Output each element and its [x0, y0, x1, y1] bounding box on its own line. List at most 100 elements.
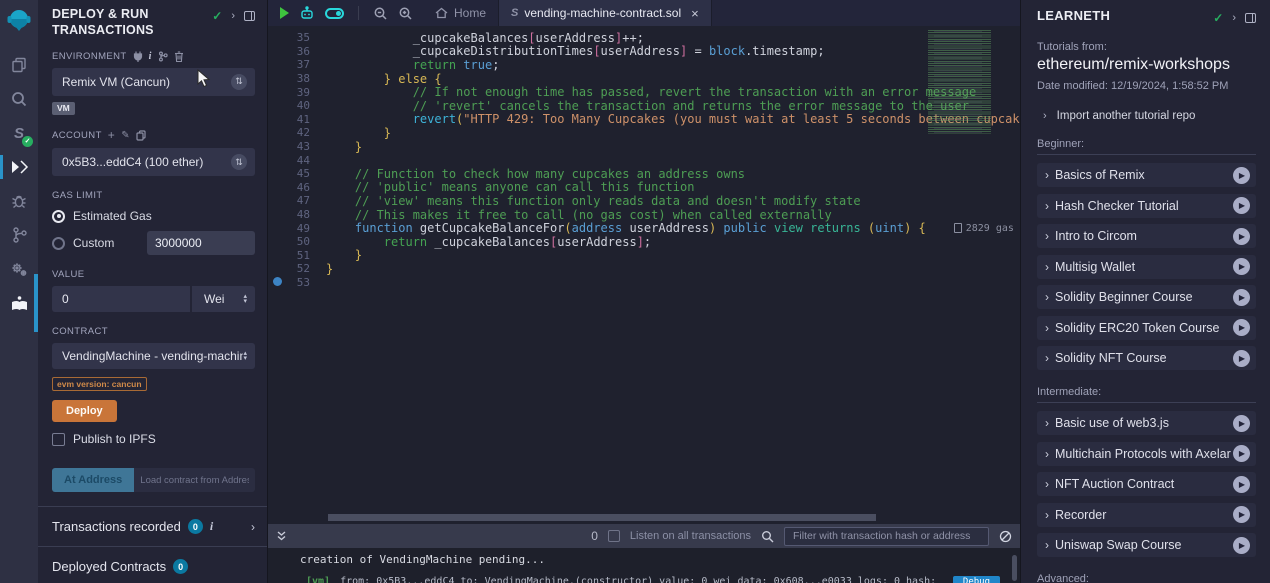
learneth-layout-icon[interactable] — [1245, 13, 1256, 23]
learneth-icon[interactable] — [0, 286, 38, 320]
environment-updown-icon[interactable]: ⇅ — [231, 74, 247, 90]
play-circle-icon[interactable]: ▶ — [1233, 289, 1250, 306]
value-input[interactable] — [52, 286, 190, 312]
transactions-recorded-section[interactable]: Transactions recorded 0 i › — [38, 506, 267, 546]
copilot-toggle[interactable] — [325, 8, 344, 19]
code-line[interactable]: 50 return _cupcakeBalances[userAddress]; — [268, 235, 1020, 249]
at-address-input[interactable] — [134, 468, 255, 492]
publish-ipfs-option[interactable]: Publish to IPFS — [52, 432, 255, 446]
line-number[interactable]: 46 — [268, 181, 326, 194]
line-number[interactable]: 39 — [268, 86, 326, 99]
code-line[interactable]: 52} — [268, 262, 1020, 276]
transactions-info-icon[interactable]: i — [210, 519, 213, 534]
line-number[interactable]: 53 — [268, 276, 326, 289]
line-number[interactable]: 37 — [268, 58, 326, 71]
tutorial-item[interactable]: ›Multichain Protocols with Axelar▶ — [1037, 442, 1256, 466]
search-icon[interactable] — [0, 82, 38, 116]
line-number[interactable]: 36 — [268, 45, 326, 58]
code-line[interactable]: 51 } — [268, 249, 1020, 263]
tutorial-item[interactable]: ›Recorder▶ — [1037, 503, 1256, 527]
deploy-and-run-icon[interactable] — [0, 150, 38, 184]
code-line[interactable]: 44 — [268, 153, 1020, 167]
editor-horizontal-scrollbar[interactable] — [328, 514, 876, 521]
code-line[interactable]: 39 // If not enough time has passed, rev… — [268, 85, 1020, 99]
play-circle-icon[interactable]: ▶ — [1233, 167, 1250, 184]
code-line[interactable]: 40 // 'revert' cancels the transaction a… — [268, 99, 1020, 113]
custom-gas-option[interactable]: Custom — [52, 231, 255, 255]
zoom-in-icon[interactable] — [398, 6, 413, 21]
trash-icon[interactable] — [174, 51, 184, 62]
run-script-icon[interactable] — [280, 7, 289, 19]
play-circle-icon[interactable]: ▶ — [1233, 319, 1250, 336]
line-number[interactable]: 43 — [268, 140, 326, 153]
collapse-terminal-icon[interactable] — [276, 530, 287, 542]
play-circle-icon[interactable]: ▶ — [1233, 537, 1250, 554]
copy-account-icon[interactable] — [136, 130, 146, 141]
tutorial-item[interactable]: ›Intro to Circom▶ — [1037, 224, 1256, 248]
line-number[interactable]: 44 — [268, 154, 326, 167]
code-line[interactable]: 53 — [268, 276, 1020, 290]
clear-terminal-icon[interactable] — [999, 530, 1012, 543]
publish-ipfs-checkbox[interactable] — [52, 433, 65, 446]
line-number[interactable]: 49 — [268, 222, 326, 235]
tutorial-item[interactable]: ›Basic use of web3.js▶ — [1037, 411, 1256, 435]
code-line[interactable]: 46 // 'public' means anyone can call thi… — [268, 181, 1020, 195]
custom-gas-input[interactable] — [147, 231, 255, 255]
contract-select[interactable]: VendingMachine - vending-machin ▴▾ — [52, 343, 255, 369]
value-unit-select[interactable]: Wei ▴▾ — [192, 286, 255, 312]
tutorial-item[interactable]: ›Solidity Beginner Course▶ — [1037, 285, 1256, 309]
line-number[interactable]: 38 — [268, 72, 326, 85]
deploy-button[interactable]: Deploy — [52, 400, 117, 422]
at-address-button[interactable]: At Address — [52, 468, 134, 492]
line-number[interactable]: 40 — [268, 99, 326, 112]
play-circle-icon[interactable]: ▶ — [1233, 415, 1250, 432]
line-number[interactable]: 45 — [268, 167, 326, 180]
code-line[interactable]: 45 // Function to check how many cupcake… — [268, 167, 1020, 181]
line-number[interactable]: 48 — [268, 208, 326, 221]
play-circle-icon[interactable]: ▶ — [1233, 197, 1250, 214]
debug-button[interactable]: Debug — [953, 576, 1000, 583]
learneth-chevron-icon[interactable]: › — [1232, 12, 1236, 24]
play-circle-icon[interactable]: ▶ — [1233, 476, 1250, 493]
plug-icon[interactable] — [133, 51, 143, 62]
terminal-tx-line[interactable]: [vm] from: 0x5B3...eddC4 to: VendingMach… — [306, 576, 1000, 583]
debugger-icon[interactable] — [0, 184, 38, 218]
tab-file-sol[interactable]: S vending-machine-contract.sol × — [498, 0, 712, 26]
line-number[interactable]: 41 — [268, 113, 326, 126]
play-circle-icon[interactable]: ▶ — [1233, 228, 1250, 245]
tutorial-item[interactable]: ›Basics of Remix▶ — [1037, 163, 1256, 187]
account-updown-icon[interactable]: ⇅ — [231, 154, 247, 170]
transactions-chevron-icon[interactable]: › — [251, 520, 255, 534]
code-line[interactable]: 43 } — [268, 140, 1020, 154]
tab-home[interactable]: Home — [423, 0, 498, 26]
code-line[interactable]: 41 revert("HTTP 429: Too Many Cupcakes (… — [268, 113, 1020, 127]
line-number[interactable]: 52 — [268, 262, 326, 275]
remix-logo-icon[interactable] — [6, 7, 32, 38]
play-circle-icon[interactable]: ▶ — [1233, 445, 1250, 462]
file-explorer-icon[interactable] — [0, 48, 38, 82]
settings-icon[interactable] — [0, 252, 38, 286]
panel-layout-icon[interactable] — [244, 11, 255, 21]
zoom-out-icon[interactable] — [373, 6, 388, 21]
line-number[interactable]: 47 — [268, 194, 326, 207]
git-icon[interactable] — [0, 218, 38, 252]
sign-message-icon[interactable]: ✎ — [121, 130, 130, 141]
line-number[interactable]: 50 — [268, 235, 326, 248]
line-number[interactable]: 42 — [268, 126, 326, 139]
terminal-scrollbar[interactable] — [1012, 555, 1017, 581]
code-editor[interactable]: 35 _cupcakeBalances[userAddress]++;36 _c… — [268, 26, 1020, 524]
environment-select[interactable]: Remix VM (Cancun) ⇅ — [52, 68, 255, 96]
tutorial-item[interactable]: ›Solidity ERC20 Token Course▶ — [1037, 316, 1256, 340]
deployed-contracts-section[interactable]: Deployed Contracts 0 — [38, 546, 267, 583]
code-line[interactable]: 47 // 'view' means this function only re… — [268, 194, 1020, 208]
play-circle-icon[interactable]: ▶ — [1233, 258, 1250, 275]
panel-chevron-icon[interactable]: › — [231, 10, 235, 22]
line-number[interactable]: 51 — [268, 249, 326, 262]
tutorial-item[interactable]: ›Uniswap Swap Course▶ — [1037, 533, 1256, 557]
account-select[interactable]: 0x5B3...eddC4 (100 ether) ⇅ — [52, 148, 255, 176]
terminal-search-icon[interactable] — [761, 530, 774, 543]
environment-info-icon[interactable]: i — [149, 51, 152, 62]
terminal-filter-input[interactable] — [784, 527, 989, 546]
code-line[interactable]: 36 _cupcakeDistributionTimes[userAddress… — [268, 45, 1020, 59]
tutorial-item[interactable]: ›Solidity NFT Course▶ — [1037, 346, 1256, 370]
